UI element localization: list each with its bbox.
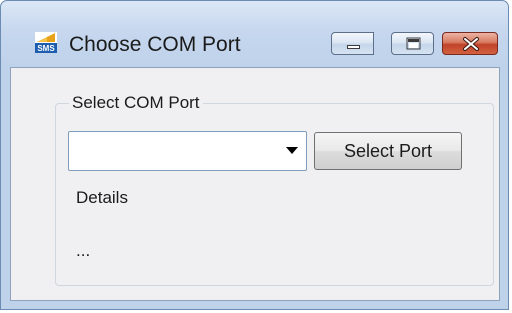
maximize-button[interactable] [391, 32, 434, 55]
window-title: Choose COM Port [69, 33, 241, 56]
select-com-port-group: Select COM Port Select Port Details ... [55, 93, 494, 286]
sms-app-icon: SMS [35, 32, 57, 53]
com-port-combobox[interactable] [68, 131, 307, 171]
dropdown-arrow-icon[interactable] [286, 147, 298, 154]
svg-text:SMS: SMS [37, 44, 55, 53]
dialog-client-area: Select COM Port Select Port Details ... [10, 67, 500, 301]
details-label: Details [76, 188, 128, 207]
minimize-icon [347, 45, 360, 49]
maximize-icon [406, 37, 421, 50]
details-value: ... [76, 241, 91, 260]
close-button[interactable] [442, 32, 498, 55]
title-bar[interactable]: SMS Choose COM Port [1, 1, 508, 65]
minimize-button[interactable] [331, 32, 374, 55]
choose-com-port-window: SMS Choose COM Port Select COM Port Sele… [0, 0, 509, 310]
close-icon [463, 37, 479, 51]
group-legend: Select COM Port [69, 93, 203, 113]
select-port-button[interactable]: Select Port [314, 132, 462, 170]
